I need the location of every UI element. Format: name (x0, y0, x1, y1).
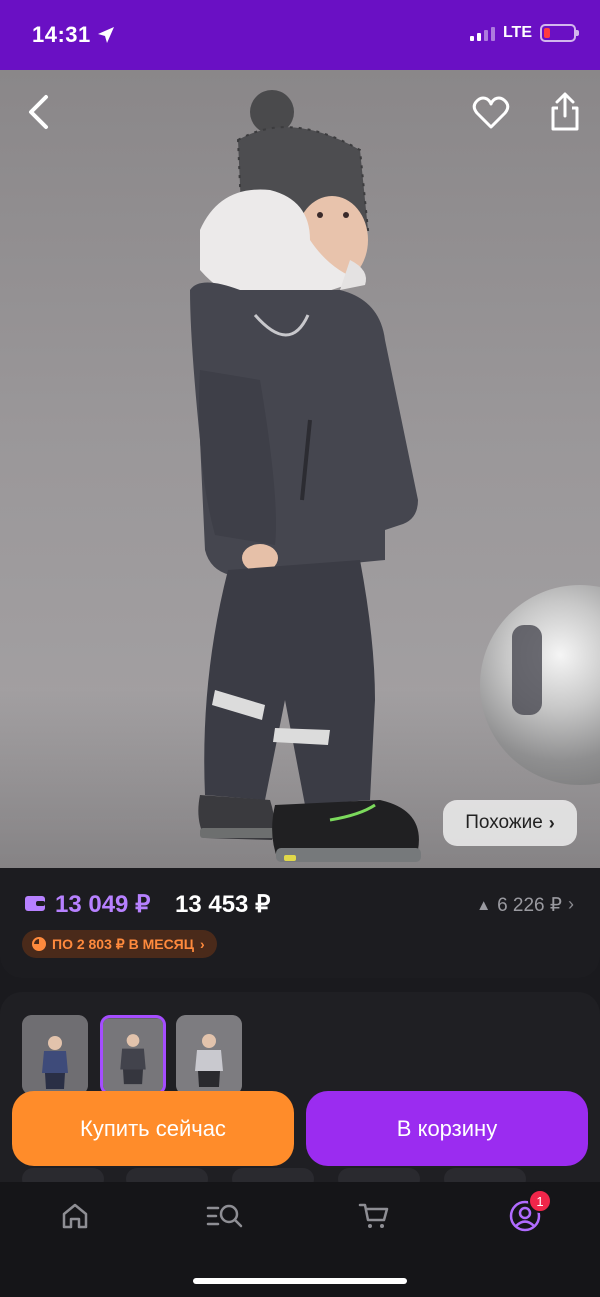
cart-icon (358, 1203, 389, 1228)
share-button[interactable] (544, 90, 586, 134)
variant-thumbnail[interactable] (176, 1015, 242, 1095)
price-history-link[interactable]: ▲ 6 226 ₽ (476, 894, 562, 917)
tab-catalog[interactable] (205, 1196, 245, 1236)
heart-icon (472, 96, 510, 129)
variant-image (22, 1015, 88, 1095)
catalog-search-icon (206, 1204, 243, 1228)
similar-products-button[interactable]: Похожие › (443, 800, 577, 846)
size-chip[interactable] (126, 1168, 208, 1182)
buy-now-button[interactable]: Купить сейчас (12, 1091, 294, 1166)
add-to-cart-button[interactable]: В корзину (306, 1091, 588, 1166)
price-old: 6 226 ₽ (497, 895, 562, 916)
chevron-right-icon: › (548, 812, 555, 833)
size-chip[interactable] (22, 1168, 104, 1182)
installment-badge[interactable]: ПО 2 803 ₽ В МЕСЯЦ › (22, 930, 217, 958)
price-wallet: 13 049 ₽ (55, 891, 151, 918)
size-chip[interactable] (338, 1168, 420, 1182)
chevron-left-icon (29, 95, 48, 129)
similar-label: Похожие (465, 812, 543, 833)
status-time: 14:31 (32, 22, 91, 47)
back-button[interactable] (18, 92, 58, 132)
network-label: LTE (502, 24, 532, 41)
child-in-snowsuit-image (190, 90, 421, 862)
installment-label: ПО 2 803 ₽ В МЕСЯЦ (52, 935, 194, 952)
tab-cart[interactable] (354, 1196, 394, 1236)
wallet-icon (25, 896, 45, 911)
variant-image (103, 1018, 163, 1092)
home-icon (62, 1203, 88, 1229)
price-card (0, 868, 600, 978)
pie-chart-icon (32, 937, 46, 951)
home-indicator (193, 1278, 407, 1284)
price-regular: 13 453 ₽ (175, 891, 271, 918)
size-chip[interactable] (232, 1168, 314, 1182)
variant-image (176, 1015, 242, 1095)
status-indicators: LTE (469, 24, 579, 42)
product-photo[interactable] (0, 70, 600, 870)
variant-thumbnail-selected[interactable] (100, 1015, 166, 1095)
location-arrow-icon (98, 27, 114, 43)
profile-notification-badge: 1 (528, 1189, 552, 1213)
signal-icon (469, 25, 495, 41)
status-bar: 14:31 LTE (0, 0, 600, 70)
chevron-right-icon: › (199, 936, 205, 952)
tab-home[interactable] (55, 1196, 95, 1236)
size-chips-row (0, 1168, 600, 1182)
battery-icon (540, 24, 579, 42)
share-icon (551, 92, 579, 131)
size-chip[interactable] (444, 1168, 526, 1182)
favorite-button[interactable] (470, 92, 512, 134)
chevron-right-icon: › (568, 894, 574, 914)
variant-thumbnail[interactable] (22, 1015, 88, 1095)
triangle-up-icon: ▲ (476, 897, 492, 914)
